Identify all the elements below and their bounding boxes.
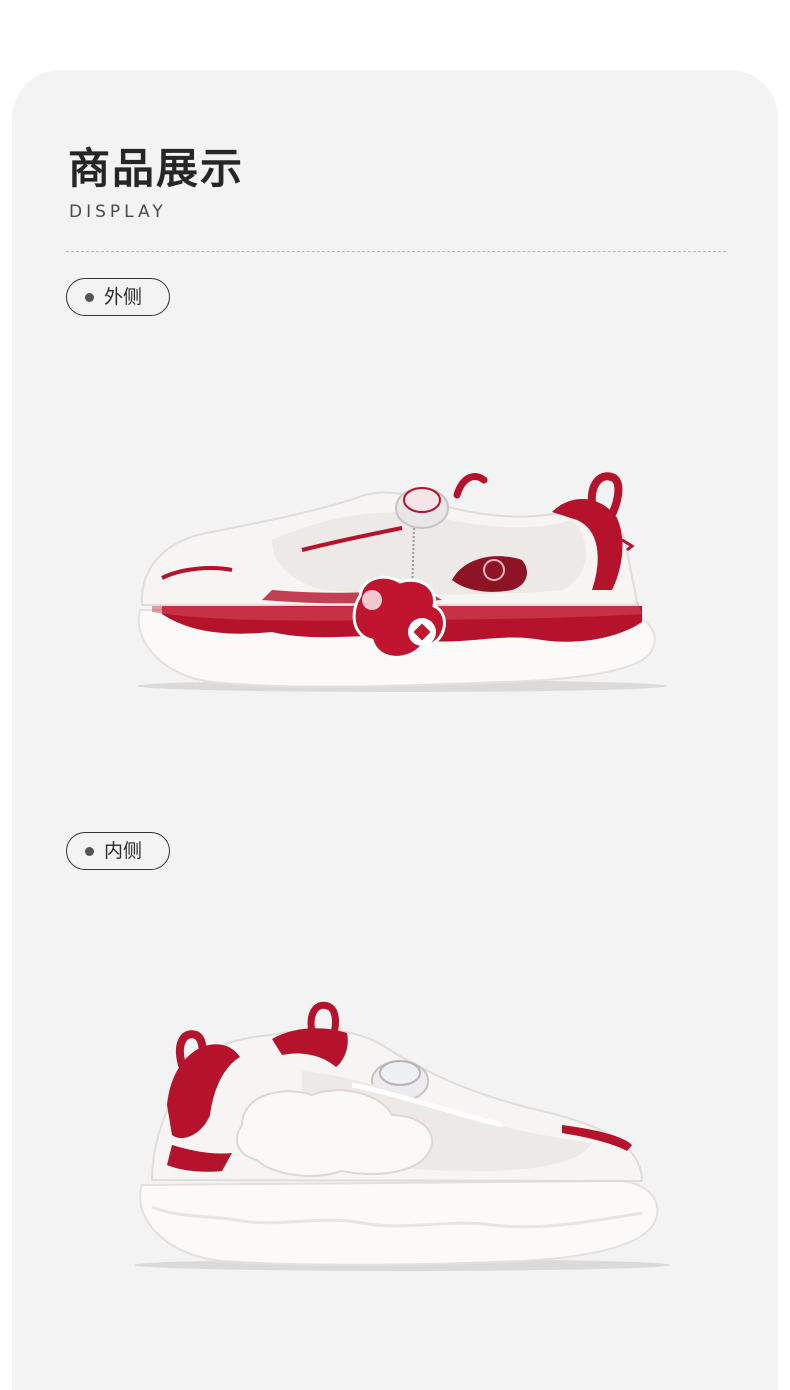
bullet-dot-icon	[85, 292, 94, 302]
dashed-divider	[66, 251, 726, 252]
bullet-dot-icon	[85, 846, 94, 856]
shoe-inner-side-image	[134, 1001, 670, 1271]
page-subtitle: DISPLAY	[69, 202, 167, 222]
section-tag-label: 内侧	[104, 839, 143, 862]
section-tag-outer: 外侧	[66, 278, 170, 316]
section-tag-inner: 内侧	[66, 832, 170, 870]
page-title: 商品展示	[68, 144, 245, 193]
section-tag-label: 外侧	[104, 285, 143, 308]
display-card: 商品展示 DISPLAY 外侧 内侧	[12, 70, 778, 1390]
shoe-outer-side-image	[137, 472, 667, 692]
